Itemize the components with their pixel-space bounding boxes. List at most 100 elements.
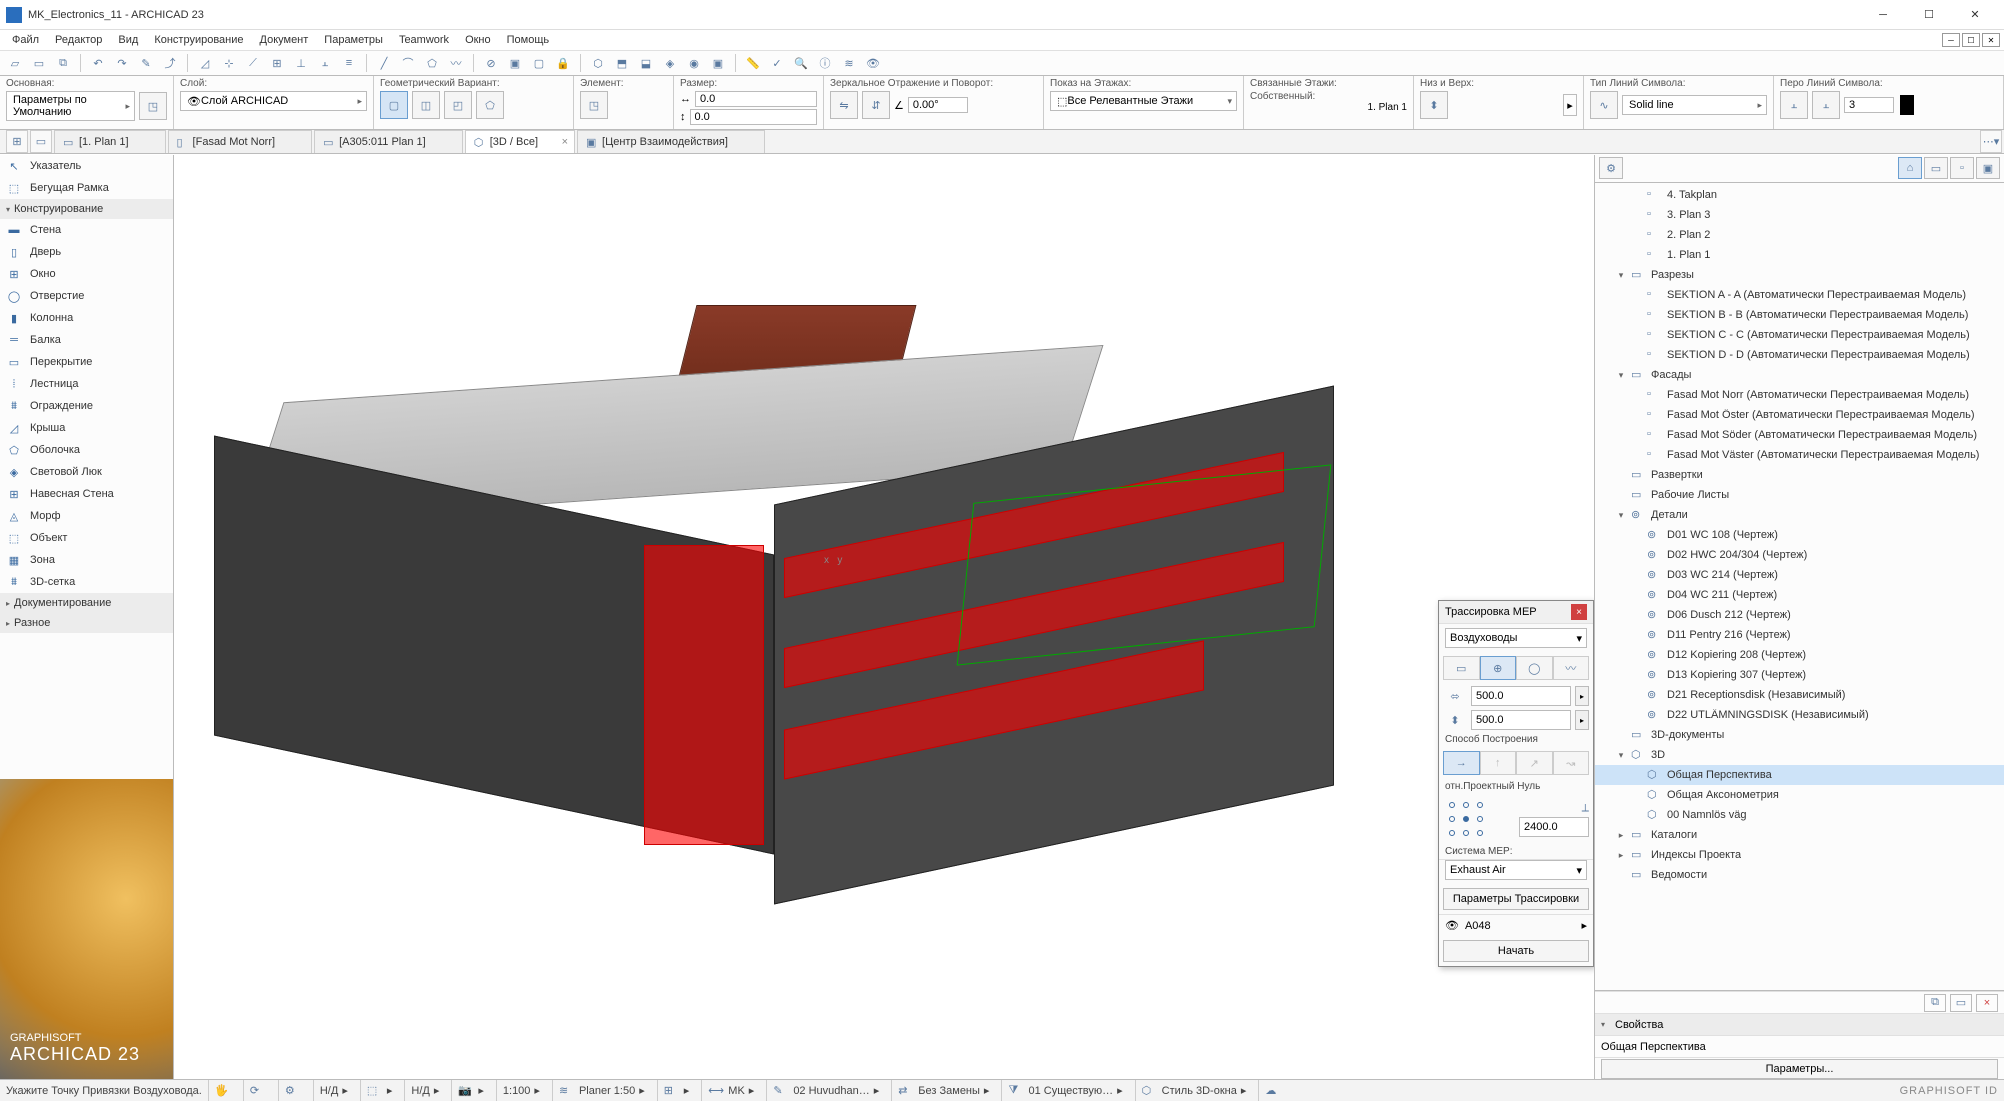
group-misc[interactable]: Разное xyxy=(0,613,173,633)
defaults-dropdown[interactable]: Параметры по Умолчанию xyxy=(6,91,135,121)
undo-icon[interactable]: ↶ xyxy=(87,53,109,73)
tab-list-icon[interactable]: ▭ xyxy=(30,130,52,153)
tool-стена[interactable]: ▬Стена xyxy=(0,219,173,241)
navtab-settings-icon[interactable]: ⚙ xyxy=(1599,157,1623,179)
mep-height-input[interactable] xyxy=(1471,710,1571,730)
cog-icon[interactable]: ⚙ xyxy=(285,1084,301,1098)
mep-system-dropdown[interactable]: Воздуховоды▾ xyxy=(1445,628,1587,648)
navtab-project-icon[interactable]: ⌂ xyxy=(1898,157,1922,179)
status-scale[interactable]: 1:100 xyxy=(503,1085,531,1097)
graphisoft-id[interactable]: GRAPHISOFT ID xyxy=(1900,1085,1998,1097)
nav-new-icon[interactable]: ▭ xyxy=(1950,994,1972,1012)
tool-морф[interactable]: ◬Морф xyxy=(0,505,173,527)
tool-3d-сетка[interactable]: ⩩3D-сетка xyxy=(0,571,173,593)
nav-node[interactable]: ▭3D-документы xyxy=(1595,725,2004,745)
status-mk[interactable]: MK xyxy=(728,1085,745,1097)
nav-node[interactable]: ▫3. Plan 3 xyxy=(1595,205,2004,225)
tool-крыша[interactable]: ◿Крыша xyxy=(0,417,173,439)
mep-shape-rect-button[interactable]: ▭ xyxy=(1443,656,1480,680)
mep-shape-oval-button[interactable]: ◯ xyxy=(1516,656,1553,680)
nav-node[interactable]: ⊚D22 UTLÄMNINGSDISK (Независимый) xyxy=(1595,705,2004,725)
geo-mode-3-button[interactable]: ◰ xyxy=(444,91,472,119)
3d-viewport[interactable]: x y xyxy=(174,155,1368,1079)
check-icon[interactable]: ✓ xyxy=(766,53,788,73)
section-icon[interactable]: ⬒ xyxy=(611,53,633,73)
nav-node[interactable]: ⊚D12 Kopiering 208 (Чертеж) xyxy=(1595,645,2004,665)
nav-node[interactable]: ⬡00 Namnlös väg xyxy=(1595,805,2004,825)
spline-icon[interactable]: 〰 xyxy=(445,53,467,73)
linetype-picker-icon[interactable]: ∿ xyxy=(1590,91,1618,119)
close-button[interactable]: ✕ xyxy=(1952,0,1998,30)
mep-route-up-button[interactable]: ↑ xyxy=(1480,751,1517,775)
nav-node[interactable]: ⊚D03 WC 214 (Чертеж) xyxy=(1595,565,2004,585)
tab-interaction[interactable]: ▣[Центр Взаимодействия] xyxy=(577,130,765,153)
menu-window[interactable]: Окно xyxy=(457,32,499,48)
group-design[interactable]: Конструирование xyxy=(0,199,173,219)
mep-route-free-button[interactable]: ↝ xyxy=(1553,751,1590,775)
nav-node[interactable]: ▫SEKTION B - B (Автоматически Перестраив… xyxy=(1595,305,2004,325)
mep-width-input[interactable] xyxy=(1471,686,1571,706)
mep-params-button[interactable]: Параметры Трассировки xyxy=(1443,888,1589,910)
tool-балка[interactable]: ═Балка xyxy=(0,329,173,351)
align-icon[interactable]: ⫠ xyxy=(314,53,336,73)
geo-mode-1-button[interactable]: ▢ xyxy=(380,91,408,119)
nav-node[interactable]: ▫2. Plan 2 xyxy=(1595,225,2004,245)
tab-close-icon[interactable]: × xyxy=(562,136,568,148)
mep-anchor-grid[interactable] xyxy=(1443,796,1489,842)
tool-ограждение[interactable]: ⩩Ограждение xyxy=(0,395,173,417)
info-icon[interactable]: ⓘ xyxy=(814,53,836,73)
status-style3d[interactable]: Стиль 3D-окна xyxy=(1162,1085,1237,1097)
height-input[interactable] xyxy=(690,109,818,125)
mirror-v-button[interactable]: ⇵ xyxy=(862,91,890,119)
mep-code-step[interactable]: ▸ xyxy=(1581,919,1587,932)
open-icon[interactable]: ▭ xyxy=(28,53,50,73)
find-icon[interactable]: 🔍 xyxy=(790,53,812,73)
nav-node[interactable]: ⊚D13 Kopiering 307 (Чертеж) xyxy=(1595,665,2004,685)
save-icon[interactable]: ⧉ xyxy=(52,53,74,73)
tool-pointer[interactable]: ↖Указатель xyxy=(0,155,173,177)
mep-routing-palette[interactable]: Трассировка MEP× Воздуховоды▾ ▭ ⊕ ◯ 〰 ⬄▸… xyxy=(1438,600,1594,967)
pen-sb-icon[interactable]: ✎ xyxy=(773,1084,789,1098)
pen-color-swatch[interactable] xyxy=(1900,95,1914,115)
floor-dropdown[interactable]: ⬚ Все Релевантные Этажи xyxy=(1050,91,1237,111)
navtab-view-icon[interactable]: ▭ xyxy=(1924,157,1948,179)
swap-sb-icon[interactable]: ⇄ xyxy=(898,1084,914,1098)
tab-3d[interactable]: ⬡[3D / Все]× xyxy=(465,130,575,153)
menu-editor[interactable]: Редактор xyxy=(47,32,110,48)
story-expand-button[interactable]: ▸ xyxy=(1563,94,1577,116)
tab-fasad[interactable]: ▯[Fasad Mot Norr] xyxy=(168,130,313,153)
measure-icon[interactable]: 📏 xyxy=(742,53,764,73)
tool-колонна[interactable]: ▮Колонна xyxy=(0,307,173,329)
pen-input[interactable] xyxy=(1844,97,1894,113)
3d-icon[interactable]: ⬡ xyxy=(587,53,609,73)
layer-dropdown[interactable]: 👁 Слой ARCHICAD xyxy=(180,91,367,111)
mep-shape-cross-button[interactable]: ⊕ xyxy=(1480,656,1517,680)
menu-document[interactable]: Документ xyxy=(252,32,317,48)
nav-node[interactable]: ⬡Общая Аксонометрия xyxy=(1595,785,2004,805)
nav-node[interactable]: ⊚D01 WC 108 (Чертеж) xyxy=(1595,525,2004,545)
orbit-icon[interactable]: ⟳ xyxy=(250,1084,266,1098)
menu-teamwork[interactable]: Teamwork xyxy=(391,32,457,48)
tool-навесная стена[interactable]: ⊞Навесная Стена xyxy=(0,483,173,505)
guide-icon[interactable]: ◿ xyxy=(194,53,216,73)
tool-зона[interactable]: ▦Зона xyxy=(0,549,173,571)
view-icon[interactable]: 👁 xyxy=(862,53,884,73)
tool-перекрытие[interactable]: ▭Перекрытие xyxy=(0,351,173,373)
tab-plan1[interactable]: ▭[1. Plan 1] xyxy=(54,130,166,153)
hand-icon[interactable]: 🖐 xyxy=(215,1084,231,1098)
mep-sysval-dropdown[interactable]: Exhaust Air▾ xyxy=(1445,860,1587,880)
perp-icon[interactable]: ⊥ xyxy=(290,53,312,73)
cube-sb-icon[interactable]: ⬡ xyxy=(1142,1084,1158,1098)
navtab-pub-icon[interactable]: ▣ xyxy=(1976,157,2000,179)
persp-icon[interactable]: ◉ xyxy=(683,53,705,73)
width-input[interactable] xyxy=(695,91,817,107)
pipette-icon[interactable]: ✎ xyxy=(135,53,157,73)
tab-a305[interactable]: ▭[A305:011 Plan 1] xyxy=(314,130,463,153)
mep-route-angle-button[interactable]: ↗ xyxy=(1516,751,1553,775)
tab-menu-icon[interactable]: ⊞ xyxy=(6,130,28,153)
pen-l-icon[interactable]: ⫠ xyxy=(1812,91,1840,119)
defaults-picker-icon[interactable]: ◳ xyxy=(139,92,167,120)
nav-node[interactable]: ⊚D21 Receptionsdisk (Независимый) xyxy=(1595,685,2004,705)
nav-node[interactable]: ▾⊚Детали xyxy=(1595,505,2004,525)
mdi-close-button[interactable]: ✕ xyxy=(1982,33,2000,47)
